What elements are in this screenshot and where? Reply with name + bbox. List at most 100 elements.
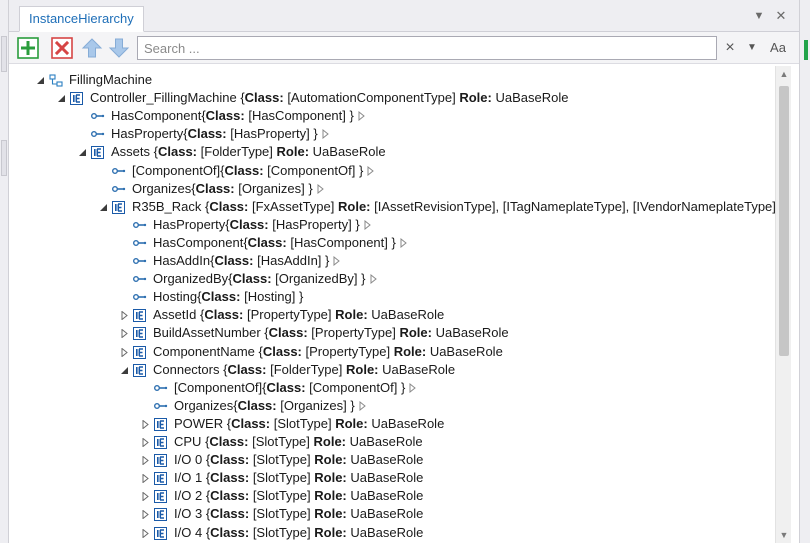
tree-row[interactable]: AssetId {Class: [PropertyType] Role: UaB… [9,306,769,324]
tree-row[interactable]: FillingMachine [9,71,769,89]
expand-link-icon[interactable] [364,216,371,234]
collapse-arrow-icon[interactable] [119,361,129,379]
ie-icon [133,306,147,324]
expand-link-icon[interactable] [333,252,341,270]
expand-link-icon[interactable] [358,107,365,125]
tree-node-label[interactable]: R35B_Rack {Class: [FxAssetType] Role: [I… [132,198,775,216]
expand-link-icon[interactable] [367,162,375,180]
expand-link-icon[interactable] [409,379,417,397]
expand-link-icon[interactable] [370,270,377,288]
close-brace: } [400,379,406,395]
collapse-arrow-icon[interactable] [98,198,108,216]
tree-node-label[interactable]: Organizes{Class: [Organizes] } [174,397,366,415]
tree-node-label[interactable]: HasAddIn{Class: [HasAddIn] } [153,252,341,270]
tree-row[interactable]: HasProperty{Class: [HasProperty] } [9,125,769,143]
tree-node-label[interactable]: I/O 2 {Class: [SlotType] Role: UaBaseRol… [174,487,423,505]
tree-row[interactable]: [ComponentOf]{Class: [ComponentOf] } [9,379,769,397]
delete-button[interactable] [51,37,73,59]
tree-node-label[interactable]: FillingMachine [69,71,152,89]
tree-row[interactable]: OrganizedBy{Class: [OrganizedBy] } [9,270,769,288]
move-up-button[interactable] [81,37,103,59]
vertical-scrollbar[interactable]: ▲ ▼ [775,66,791,543]
class-key: Class: [209,434,249,449]
tree-row[interactable]: Controller_FillingMachine {Class: [Autom… [9,89,769,107]
collapse-arrow-icon[interactable] [35,71,45,89]
expand-arrow-icon[interactable] [140,487,150,505]
left-dock-tab[interactable] [1,36,7,72]
tree-node-label[interactable]: I/O 0 {Class: [SlotType] Role: UaBaseRol… [174,451,423,469]
collapse-arrow-icon[interactable] [56,89,66,107]
tree-row[interactable]: I/O 2 {Class: [SlotType] Role: UaBaseRol… [9,487,769,505]
expand-arrow-icon[interactable] [140,451,150,469]
expand-arrow-icon[interactable] [140,469,150,487]
tab-instance-hierarchy[interactable]: InstanceHierarchy [19,6,144,32]
tree-row[interactable]: HasComponent{Class: [HasComponent] } [9,234,769,252]
close-icon[interactable]: ✕ [773,8,789,24]
tree-node-label[interactable]: [ComponentOf]{Class: [ComponentOf] } [174,379,417,397]
class-key: Class: [244,90,284,106]
tree-node-label[interactable]: POWER {Class: [SlotType] Role: UaBaseRol… [174,415,444,433]
tree-node-label[interactable]: HasComponent{Class: [HasComponent] } [111,107,365,125]
tree-row[interactable]: HasProperty{Class: [HasProperty] } [9,216,769,234]
scrollbar-thumb[interactable] [779,86,789,356]
left-dock-tab[interactable] [1,140,7,176]
tree-row[interactable]: I/O 0 {Class: [SlotType] Role: UaBaseRol… [9,451,769,469]
class-value: [HasComponent] [290,234,388,250]
tree-row[interactable]: Connectors {Class: [FolderType] Role: Ua… [9,361,769,379]
tree-row[interactable]: Assets {Class: [FolderType] Role: UaBase… [9,143,769,161]
expand-arrow-icon[interactable] [140,505,150,523]
move-down-button[interactable] [108,37,130,59]
expand-arrow-icon[interactable] [119,306,129,324]
tree-row[interactable]: ComponentName {Class: [PropertyType] Rol… [9,343,769,361]
tree-node-label[interactable]: HasProperty{Class: [HasProperty] } [153,216,371,234]
add-button[interactable] [17,37,39,59]
tree-node-label[interactable]: Organizes{Class: [Organizes] } [132,180,324,198]
tree-row[interactable]: CPU {Class: [SlotType] Role: UaBaseRole [9,433,769,451]
tree-node-label[interactable]: I/O 4 {Class: [SlotType] Role: UaBaseRol… [174,524,423,542]
expand-link-icon[interactable] [359,397,366,415]
tree-row[interactable]: I/O 4 {Class: [SlotType] Role: UaBaseRol… [9,524,769,542]
clear-search-icon[interactable]: × [723,40,737,56]
expand-link-icon[interactable] [317,180,324,198]
tree-node-label[interactable]: I/O 1 {Class: [SlotType] Role: UaBaseRol… [174,469,423,487]
expand-arrow-icon[interactable] [119,324,129,342]
collapse-arrow-icon[interactable] [77,143,87,161]
tree-node-label[interactable]: [ComponentOf]{Class: [ComponentOf] } [132,162,375,180]
tree-node-label[interactable]: Hosting{Class: [Hosting] } [153,288,303,306]
tree-row[interactable]: R35B_Rack {Class: [FxAssetType] Role: [I… [9,198,775,216]
scroll-down-icon[interactable]: ▼ [776,527,792,543]
expand-arrow-icon[interactable] [140,524,150,542]
tree-node-label[interactable]: OrganizedBy{Class: [OrganizedBy] } [153,270,377,288]
expand-arrow-icon[interactable] [119,343,129,361]
tree-row[interactable]: I/O 1 {Class: [SlotType] Role: UaBaseRol… [9,469,769,487]
expand-link-icon[interactable] [322,125,329,143]
tree-node-label[interactable]: HasProperty{Class: [HasProperty] } [111,125,329,143]
tree-row[interactable]: Hosting{Class: [Hosting] } [9,288,769,306]
tree-node-label[interactable]: AssetId {Class: [PropertyType] Role: UaB… [153,306,444,324]
expand-arrow-icon[interactable] [140,415,150,433]
tree-row[interactable]: BuildAssetNumber {Class: [PropertyType] … [9,324,769,342]
tree-node-label[interactable]: I/O 3 {Class: [SlotType] Role: UaBaseRol… [174,505,423,523]
expand-link-icon[interactable] [400,234,407,252]
search-input[interactable] [137,36,717,60]
search-options-dropdown-icon[interactable]: ▼ [745,40,759,56]
tree-node-label[interactable]: BuildAssetNumber {Class: [PropertyType] … [153,324,509,342]
tree-node-label[interactable]: Connectors {Class: [FolderType] Role: Ua… [153,361,455,379]
tree-row[interactable]: [ComponentOf]{Class: [ComponentOf] } [9,162,769,180]
tree-row[interactable]: HasAddIn{Class: [HasAddIn] } [9,252,769,270]
tree-node-label[interactable]: Assets {Class: [FolderType] Role: UaBase… [111,143,386,161]
class-value: [SlotType] [252,470,311,486]
tree-row[interactable]: I/O 3 {Class: [SlotType] Role: UaBaseRol… [9,505,769,523]
tree-node-label[interactable]: ComponentName {Class: [PropertyType] Rol… [153,343,503,361]
scroll-up-icon[interactable]: ▲ [776,66,792,82]
tree-node-label[interactable]: CPU {Class: [SlotType] Role: UaBaseRole [174,433,423,451]
tree-node-label[interactable]: HasComponent{Class: [HasComponent] } [153,234,407,252]
match-case-toggle[interactable]: Aa [767,40,789,56]
panel-options-dropdown-icon[interactable]: ▼ [751,8,767,24]
tree-row[interactable]: Organizes{Class: [Organizes] } [9,397,769,415]
tree-row[interactable]: POWER {Class: [SlotType] Role: UaBaseRol… [9,415,769,433]
tree-row[interactable]: Organizes{Class: [Organizes] } [9,180,769,198]
tree-row[interactable]: HasComponent{Class: [HasComponent] } [9,107,769,125]
expand-arrow-icon[interactable] [140,433,150,451]
tree-node-label[interactable]: Controller_FillingMachine {Class: [Autom… [90,89,568,107]
